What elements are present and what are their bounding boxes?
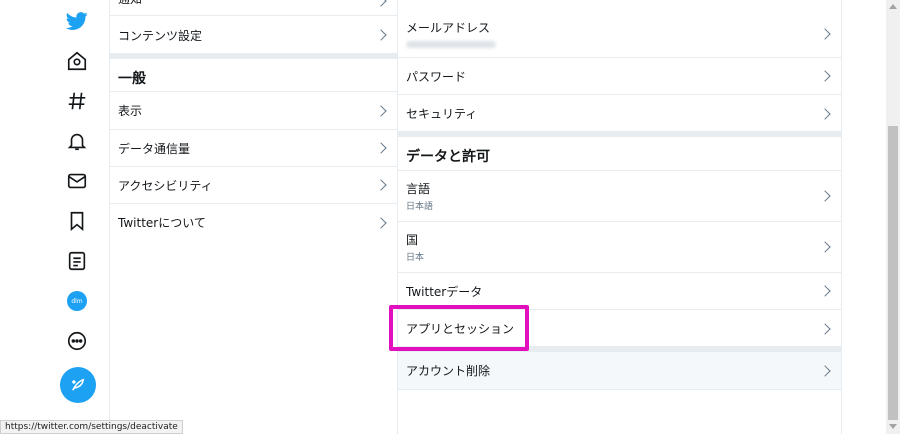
section-heading-general: 一般 <box>118 71 146 87</box>
scroll-down-arrow-icon[interactable] <box>889 424 897 429</box>
chevron-right-icon <box>819 241 831 253</box>
twitter-logo-icon[interactable] <box>62 6 92 36</box>
chevron-right-icon <box>819 190 831 202</box>
settings-item-label: Twitterについて <box>118 216 206 230</box>
chevron-right-icon <box>375 104 387 117</box>
lists-icon[interactable] <box>62 246 92 276</box>
account-item-label: 国 <box>406 233 419 247</box>
home-icon[interactable] <box>62 46 92 76</box>
account-item-country[interactable]: 国 日本 <box>398 222 841 273</box>
settings-item-label: 表示 <box>118 104 143 118</box>
account-item-value: 日本語 <box>406 202 434 212</box>
left-navigation: dlm <box>0 0 110 434</box>
avatar: dlm <box>67 291 87 311</box>
chevron-right-icon <box>375 179 387 191</box>
settings-item-label: データ通信量 <box>118 141 191 156</box>
chevron-right-icon <box>819 70 831 82</box>
account-item-label: Twitterデータ <box>406 284 483 299</box>
chevron-right-icon <box>819 107 831 120</box>
compose-feather-icon <box>72 378 85 391</box>
settings-item-data-usage[interactable]: データ通信量 <box>110 130 397 167</box>
settings-item-label: コンテンツ設定 <box>118 28 203 43</box>
more-icon[interactable] <box>62 326 92 356</box>
account-item-twitter-data[interactable]: Twitterデータ <box>398 273 841 310</box>
status-url: https://twitter.com/settings/deactivate <box>0 420 183 434</box>
chevron-right-icon <box>375 29 387 41</box>
account-item-label: メールアドレス <box>406 21 491 35</box>
section-divider <box>398 131 841 137</box>
account-item-label: アカウント削除 <box>406 364 491 378</box>
section-divider <box>110 53 397 59</box>
settings-item-label: アクセシビリティ <box>118 178 213 193</box>
section-heading-data-permissions: データと許可 <box>406 149 490 165</box>
account-item-security[interactable]: セキュリティ <box>398 95 841 132</box>
scroll-up-arrow-icon[interactable] <box>889 4 897 9</box>
settings-item-about[interactable]: Twitterについて <box>110 204 397 241</box>
account-item-password[interactable]: パスワード <box>398 58 841 95</box>
chevron-right-icon <box>819 285 831 297</box>
chevron-right-icon <box>819 27 831 40</box>
chevron-right-icon <box>819 364 831 377</box>
account-item-label: パスワード <box>406 69 467 84</box>
chevron-right-icon <box>375 216 387 229</box>
profile-avatar[interactable]: dlm <box>62 286 92 316</box>
account-item-apps-sessions[interactable]: アプリとセッション <box>398 310 841 347</box>
settings-item-display[interactable]: 表示 <box>110 92 397 130</box>
messages-envelope-icon[interactable] <box>62 166 92 196</box>
chevron-right-icon <box>819 322 831 335</box>
settings-list: 通知 コンテンツ設定 一般 表示 データ通信量 アクセシビリティ Twitter… <box>110 0 398 434</box>
bookmarks-icon[interactable] <box>62 206 92 236</box>
chevron-right-icon <box>375 0 387 7</box>
account-item-label: セキュリティ <box>406 107 478 121</box>
settings-item-accessibility[interactable]: アクセシビリティ <box>110 167 397 204</box>
notifications-bell-icon[interactable] <box>62 126 92 156</box>
compose-tweet-button[interactable] <box>60 367 96 403</box>
explore-hash-icon[interactable] <box>62 86 92 116</box>
settings-item-content[interactable]: コンテンツ設定 <box>110 16 397 54</box>
account-item-label: アプリとセッション <box>406 322 515 336</box>
settings-item-label: 通知 <box>118 0 142 7</box>
chevron-right-icon <box>375 142 387 154</box>
account-detail-list: メールアドレス パスワード セキュリティ データと許可 言語 日本語 国 日本 … <box>398 0 842 434</box>
account-item-label: 言語 <box>406 182 431 196</box>
settings-item-notifications[interactable]: 通知 <box>110 0 397 16</box>
account-item-email[interactable]: メールアドレス <box>398 10 841 58</box>
account-item-value: 日本 <box>406 253 425 263</box>
account-item-language[interactable]: 言語 日本語 <box>398 171 841 222</box>
account-item-deactivate[interactable]: アカウント削除 <box>398 352 841 390</box>
redacted-email-value <box>406 41 496 48</box>
scrollbar-thumb[interactable] <box>888 126 898 420</box>
